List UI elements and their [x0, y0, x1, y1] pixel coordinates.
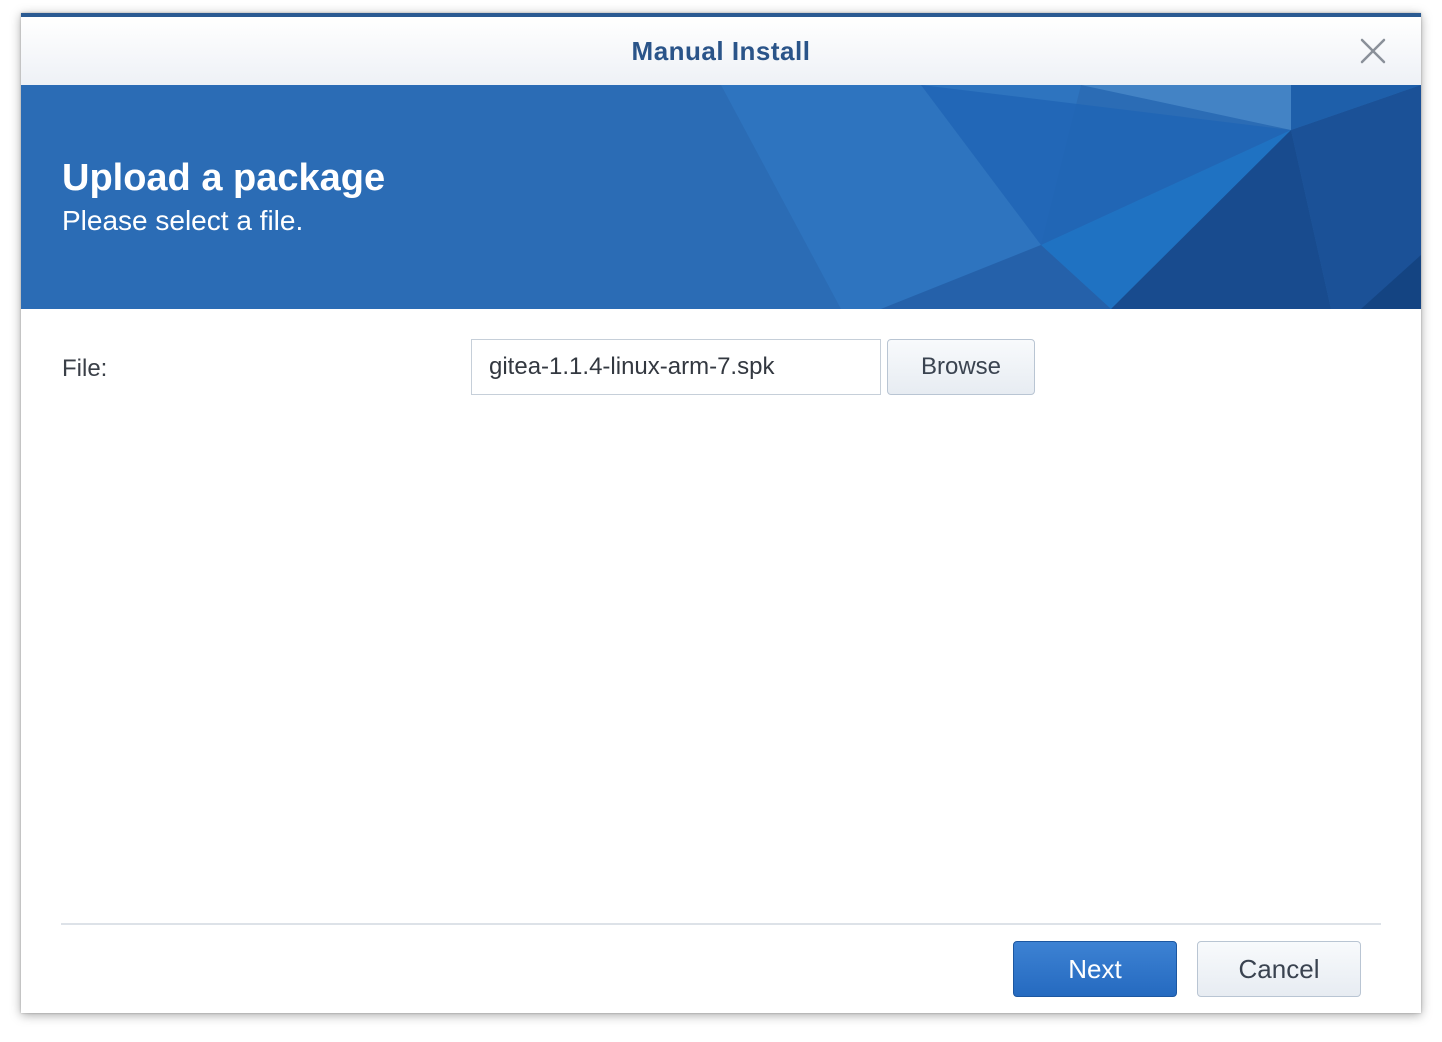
manual-install-dialog: Manual Install Upload a package Please s… — [21, 13, 1421, 1013]
dialog-titlebar: Manual Install — [21, 17, 1421, 85]
file-input[interactable] — [471, 339, 881, 395]
browse-button[interactable]: Browse — [887, 339, 1035, 395]
close-button[interactable] — [1359, 37, 1387, 65]
banner-subtitle: Please select a file. — [62, 205, 304, 236]
close-icon — [1360, 38, 1386, 64]
banner-title: Upload a package — [62, 157, 386, 199]
file-label: File: — [62, 355, 108, 382]
dialog-title: Manual Install — [631, 35, 811, 66]
wizard-banner: Upload a package Please select a file. — [21, 85, 1421, 309]
next-button[interactable]: Next — [1013, 941, 1177, 997]
cancel-button[interactable]: Cancel — [1197, 941, 1361, 997]
footer-divider — [61, 923, 1381, 925]
